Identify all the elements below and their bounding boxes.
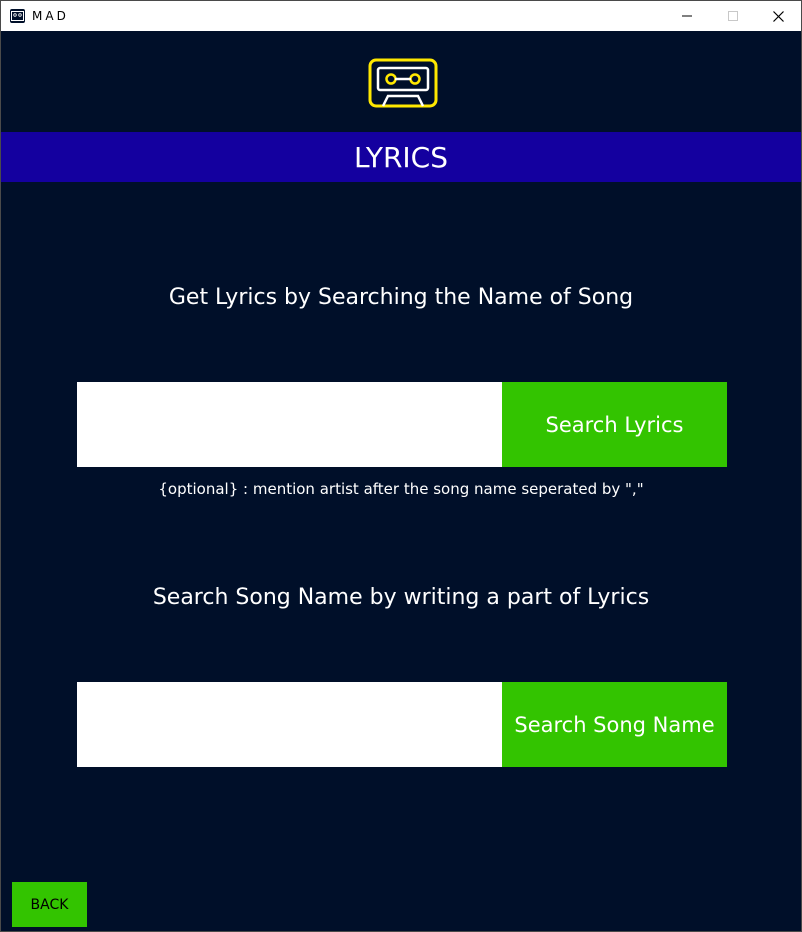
back-label: BACK (30, 896, 69, 913)
song-name-input[interactable] (77, 382, 502, 467)
search-song-name-label: Search Song Name (514, 712, 715, 737)
minimize-button[interactable] (664, 1, 710, 31)
main-content: LYRICS Get Lyrics by Searching the Name … (1, 31, 801, 931)
search-lyrics-button[interactable]: Search Lyrics (502, 382, 727, 467)
app-window: MAD LYRICS Get Lyrics by Searching the N… (0, 0, 802, 932)
search-song-name-button[interactable]: Search Song Name (502, 682, 727, 767)
maximize-button[interactable] (710, 1, 756, 31)
title-banner: LYRICS (1, 132, 801, 182)
song-search-heading: Search Song Name by writing a part of Ly… (152, 585, 650, 610)
lyrics-part-input[interactable] (77, 682, 502, 767)
close-button[interactable] (755, 1, 801, 31)
lyrics-search-heading: Get Lyrics by Searching the Name of Song (168, 285, 634, 310)
app-cassette-icon (10, 9, 25, 23)
page-title: LYRICS (353, 140, 449, 174)
title-bar[interactable]: MAD (1, 1, 801, 31)
back-button[interactable]: BACK (12, 882, 87, 927)
search-lyrics-label: Search Lyrics (545, 412, 684, 437)
maximize-icon (728, 11, 738, 21)
window-title: MAD (32, 9, 69, 23)
minimize-icon (682, 15, 692, 17)
close-icon (772, 10, 784, 22)
artist-hint: {optional} : mention artist after the so… (158, 480, 644, 498)
cassette-icon (368, 58, 438, 108)
